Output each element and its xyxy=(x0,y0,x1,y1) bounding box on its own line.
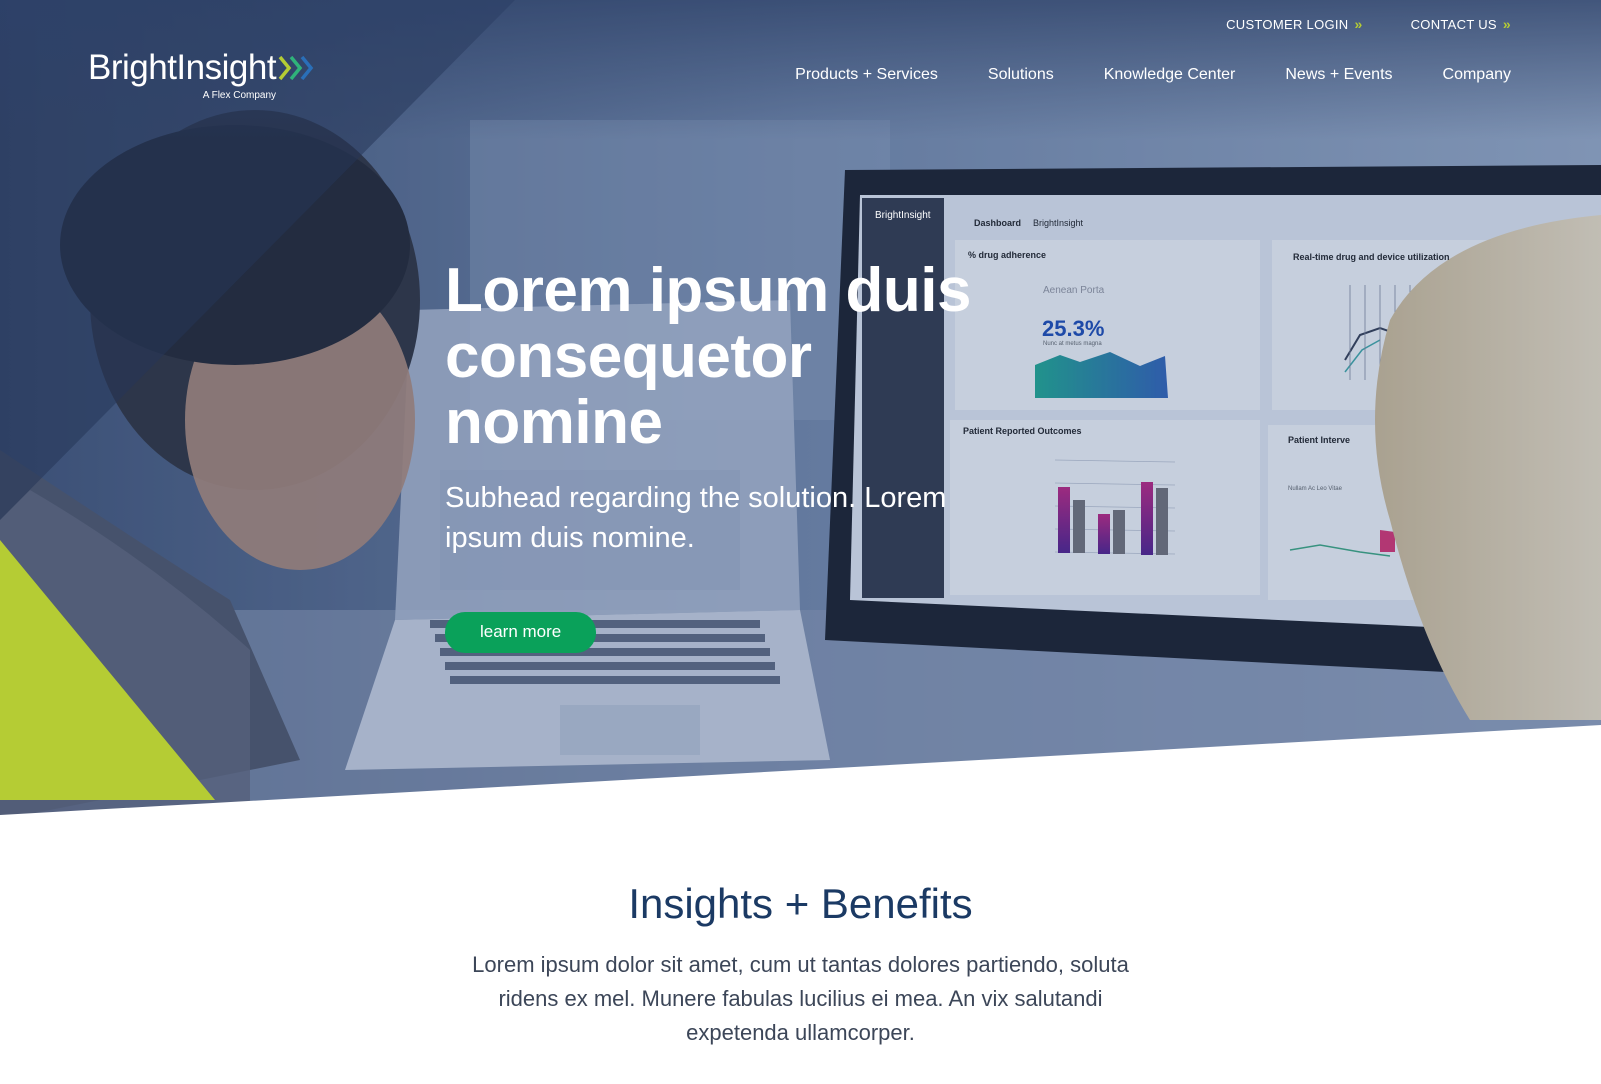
svg-text:Aenean Porta: Aenean Porta xyxy=(1043,285,1105,296)
insights-section: Insights + Benefits Lorem ipsum dolor si… xyxy=(0,880,1601,1050)
hero-section: BrightInsight Dashboard BrightInsight % … xyxy=(0,0,1601,820)
svg-text:Dashboard: Dashboard xyxy=(974,218,1021,228)
hero-copy: Lorem ipsum duis consequetor nomine Subh… xyxy=(445,258,1045,653)
logo-tagline: A Flex Company xyxy=(202,90,277,101)
svg-text:25.3%: 25.3% xyxy=(1042,316,1104,341)
double-chevron-right-icon: » xyxy=(1354,16,1363,32)
logo-wordmark: BrightInsight xyxy=(88,48,277,87)
svg-text:BrightInsight: BrightInsight xyxy=(1033,218,1084,228)
main-nav: Products + Services Solutions Knowledge … xyxy=(795,66,1511,84)
insights-body: Lorem ipsum dolor sit amet, cum ut tanta… xyxy=(472,952,1129,1045)
customer-login-link[interactable]: CUSTOMER LOGIN » xyxy=(1226,16,1363,32)
brightinsight-logo[interactable]: BrightInsight A Flex Company xyxy=(88,48,320,101)
svg-text:Nunc at metus magna: Nunc at metus magna xyxy=(1043,341,1102,347)
svg-text:Real-time drug and device util: Real-time drug and device utilization xyxy=(1293,252,1450,262)
svg-text:Nullam Ac Leo Vitae: Nullam Ac Leo Vitae xyxy=(1288,486,1343,492)
learn-more-button[interactable]: learn more xyxy=(445,612,597,653)
nav-company[interactable]: Company xyxy=(1443,66,1511,84)
svg-text:Patient Interve: Patient Interve xyxy=(1288,435,1350,445)
contact-us-label: CONTACT US xyxy=(1410,16,1497,32)
contact-us-link[interactable]: CONTACT US » xyxy=(1411,16,1511,32)
nav-solutions[interactable]: Solutions xyxy=(988,66,1054,84)
hero-subhead: Subhead regarding the solution. Lorem ip… xyxy=(445,482,947,554)
double-chevron-right-icon: » xyxy=(1502,16,1511,32)
insights-title: Insights + Benefits xyxy=(628,880,973,927)
nav-knowledge-center[interactable]: Knowledge Center xyxy=(1104,66,1236,84)
screen-brand: BrightInsight xyxy=(875,210,931,221)
utility-nav: CUSTOMER LOGIN » CONTACT US » xyxy=(1226,16,1511,32)
hero-title: Lorem ipsum duis consequetor nomine xyxy=(445,256,971,457)
logo-chevrons-icon xyxy=(278,55,314,81)
nav-products-services[interactable]: Products + Services xyxy=(795,66,938,84)
customer-login-label: CUSTOMER LOGIN xyxy=(1226,16,1349,32)
nav-news-events[interactable]: News + Events xyxy=(1285,66,1392,84)
